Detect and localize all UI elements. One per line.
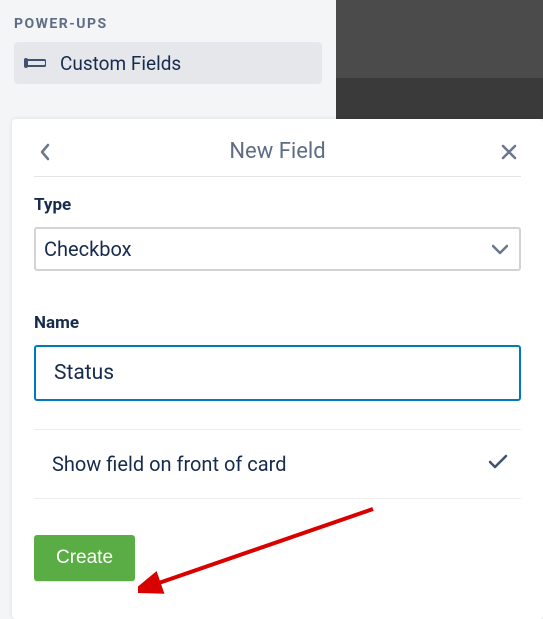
create-button[interactable]: Create	[34, 535, 135, 581]
show-on-front-label: Show field on front of card	[52, 452, 287, 476]
close-icon	[500, 143, 518, 161]
sidebar-item-custom-fields[interactable]: Custom Fields	[14, 42, 322, 84]
new-field-modal: New Field Type Checkbox Name Show field …	[12, 119, 543, 619]
modal-title: New Field	[229, 139, 325, 164]
section-title-powerups: POWER-UPS	[14, 16, 322, 32]
name-input[interactable]	[34, 345, 521, 401]
back-button[interactable]	[34, 140, 58, 164]
type-select-value: Checkbox	[44, 237, 132, 261]
background-panel	[336, 0, 543, 119]
show-on-front-toggle[interactable]: Show field on front of card	[34, 429, 521, 499]
type-select[interactable]: Checkbox	[34, 227, 521, 271]
custom-fields-icon	[24, 56, 46, 70]
name-label: Name	[34, 313, 521, 333]
chevron-left-icon	[39, 142, 53, 162]
chevron-down-icon	[491, 237, 509, 261]
type-label: Type	[34, 195, 521, 215]
close-button[interactable]	[497, 140, 521, 164]
custom-fields-label: Custom Fields	[60, 52, 181, 75]
check-icon	[487, 453, 509, 475]
